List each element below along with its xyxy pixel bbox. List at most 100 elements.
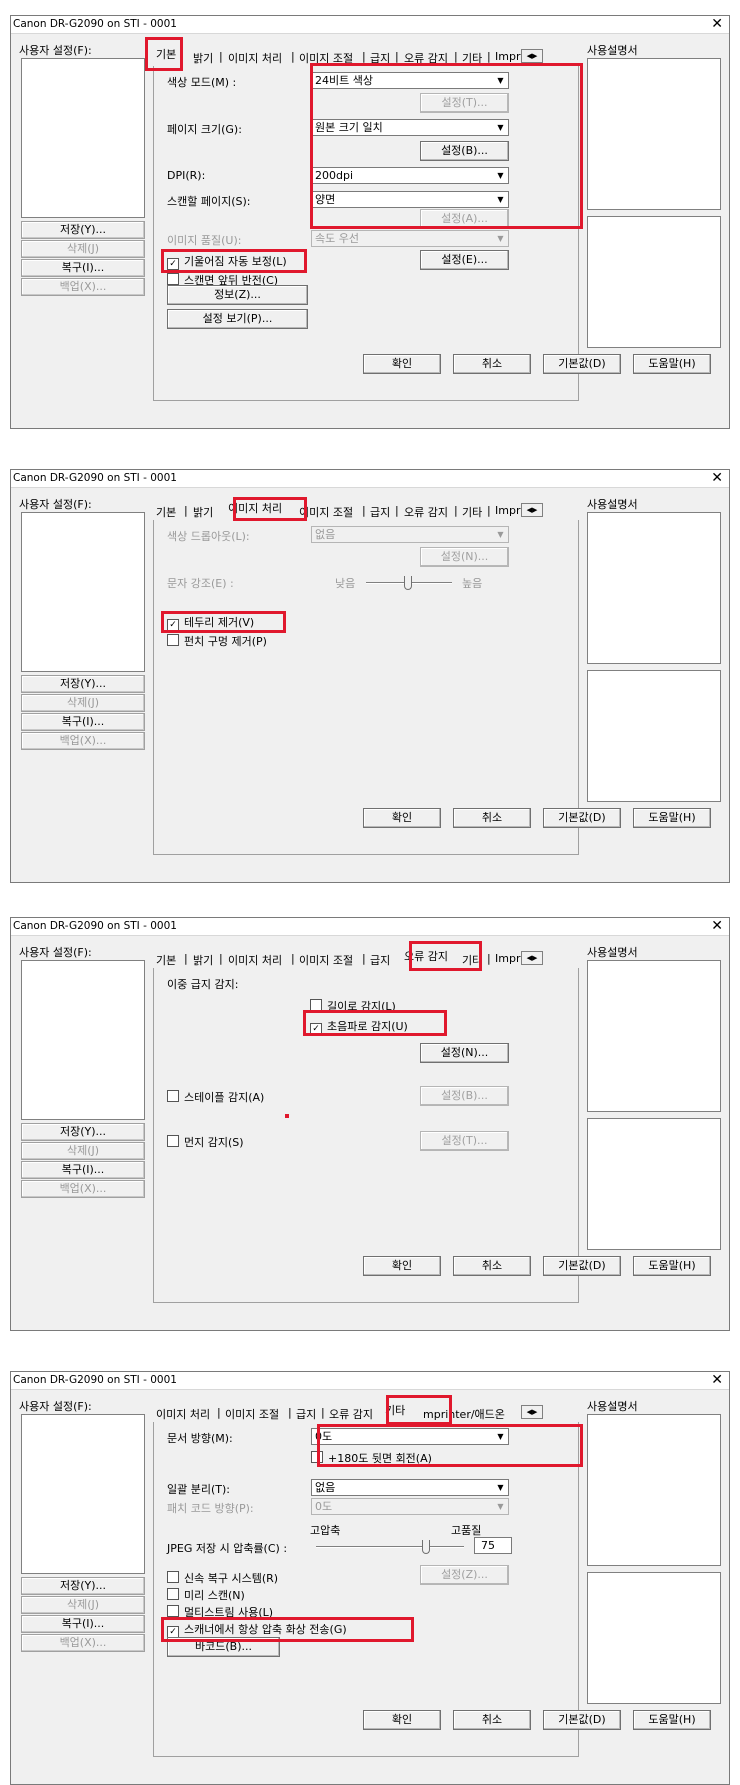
default-button[interactable]: 기본값(D) (543, 808, 621, 828)
emphasis-slider-thumb[interactable] (404, 576, 412, 590)
cancel-button[interactable]: 취소 (453, 1256, 531, 1276)
quick-recovery-checkbox[interactable]: 신속 복구 시스템(R) (167, 1570, 278, 1586)
close-icon[interactable]: ✕ (711, 1372, 723, 1388)
punch-hole-checkbox[interactable]: 펀치 구멍 제거(P) (167, 633, 267, 649)
tab-imprinter[interactable]: Impr (495, 50, 520, 63)
ok-button[interactable]: 확인 (363, 808, 441, 828)
restore-button[interactable]: 복구(I)... (21, 259, 145, 277)
default-button[interactable]: 기본값(D) (543, 354, 621, 374)
title-bar: Canon DR-G2090 on STI - 0001 ✕ (11, 16, 729, 34)
dust-detect-checkbox[interactable]: 먼지 감지(S) (167, 1134, 244, 1150)
backup-button[interactable]: 백업(X)... (21, 732, 145, 750)
tab-image-adjust[interactable]: 이미지 조절 (225, 1406, 279, 1422)
tab-feeding[interactable]: 급지 (370, 952, 390, 968)
tab-scroll-right-icon[interactable]: ▶ (532, 1408, 537, 1416)
tab-scroll-control[interactable]: ◀▶ (521, 951, 543, 965)
color-dropout-label: 색상 드롭아웃(L): (167, 530, 250, 543)
tab-basic[interactable]: 기본 (156, 952, 176, 968)
delete-button[interactable]: 삭제(J) (21, 240, 145, 258)
tab-feeding[interactable]: 급지 (296, 1406, 316, 1422)
tab-imprinter[interactable]: Impr (495, 952, 520, 965)
save-button[interactable]: 저장(Y)... (21, 675, 145, 693)
help-button[interactable]: 도움말(H) (633, 354, 711, 374)
tab-imprinter[interactable]: Impr (495, 504, 520, 517)
prescan-checkbox[interactable]: 미리 스캔(N) (167, 1587, 245, 1603)
dust-settings-button[interactable]: 설정(T)... (420, 1131, 509, 1151)
manual-panel (587, 960, 721, 1112)
jpeg-slider-thumb[interactable] (422, 1540, 430, 1554)
restore-button[interactable]: 복구(I)... (21, 1161, 145, 1179)
tab-scroll-control[interactable]: ◀▶ (521, 503, 543, 517)
cancel-button[interactable]: 취소 (453, 808, 531, 828)
backup-button[interactable]: 백업(X)... (21, 278, 145, 296)
close-icon[interactable]: ✕ (711, 16, 723, 32)
save-button[interactable]: 저장(Y)... (21, 221, 145, 239)
deskew-settings-button[interactable]: 설정(E)... (420, 250, 509, 270)
tab-other[interactable]: 기타 (462, 504, 482, 520)
tab-scroll-control[interactable]: ◀▶ (521, 1405, 543, 1419)
tab-scroll-control[interactable]: ◀▶ (521, 49, 543, 63)
jpeg-settings-button[interactable]: 설정(Z)... (420, 1565, 509, 1585)
staple-settings-button[interactable]: 설정(B)... (420, 1086, 509, 1106)
tab-brightness[interactable]: 밝기 (193, 50, 213, 66)
user-settings-list[interactable] (21, 1414, 145, 1574)
help-button[interactable]: 도움말(H) (633, 808, 711, 828)
tab-image-adjust[interactable]: 이미지 조절 (299, 504, 353, 520)
jpeg-value-spinner[interactable]: 75 (474, 1537, 512, 1554)
high-quality-label: 고품질 (451, 1524, 482, 1537)
preview-panel (587, 216, 721, 348)
jpeg-slider-track[interactable] (316, 1546, 464, 1548)
ok-button[interactable]: 확인 (363, 354, 441, 374)
tab-scroll-right-icon[interactable]: ▶ (532, 506, 537, 514)
tab-image-adjust[interactable]: 이미지 조절 (299, 952, 353, 968)
restore-button[interactable]: 복구(I)... (21, 1615, 145, 1633)
ok-button[interactable]: 확인 (363, 1256, 441, 1276)
tab-brightness[interactable]: 밝기 (193, 504, 213, 520)
tab-scroll-right-icon[interactable]: ▶ (532, 52, 537, 60)
tab-scroll-right-icon[interactable]: ▶ (532, 954, 537, 962)
red-marker (285, 1114, 289, 1118)
image-quality-select[interactable]: 속도 우선 ▼ (311, 230, 509, 247)
tab-image-processing[interactable]: 이미지 처리 (156, 1406, 210, 1422)
view-settings-button[interactable]: 설정 보기(P)... (167, 309, 308, 329)
color-dropout-select[interactable]: 없음 ▼ (311, 526, 509, 543)
default-button[interactable]: 기본값(D) (543, 1710, 621, 1730)
cancel-button[interactable]: 취소 (453, 1710, 531, 1730)
delete-button[interactable]: 삭제(J) (21, 694, 145, 712)
tab-basic[interactable]: 기본 (156, 504, 176, 520)
dropout-settings-button[interactable]: 설정(N)... (420, 547, 509, 567)
tab-brightness[interactable]: 밝기 (193, 952, 213, 968)
help-button[interactable]: 도움말(H) (633, 1710, 711, 1730)
tab-error-detect[interactable]: 오류 감지 (329, 1406, 373, 1422)
delete-button[interactable]: 삭제(J) (21, 1596, 145, 1614)
tab-error-detect[interactable]: 오류 감지 (404, 504, 448, 520)
batch-separation-select[interactable]: 없음 ▼ (311, 1479, 509, 1496)
save-button[interactable]: 저장(Y)... (21, 1577, 145, 1595)
tab-strip: 이미지 처리 | 이미지 조절 | 급지 | 오류 감지 기타 mprinter… (153, 1402, 579, 1422)
backup-button[interactable]: 백업(X)... (21, 1180, 145, 1198)
tab-divider: | (487, 952, 491, 965)
user-settings-list[interactable] (21, 960, 145, 1120)
double-feed-settings-button[interactable]: 설정(N)... (420, 1043, 509, 1063)
close-icon[interactable]: ✕ (711, 918, 723, 934)
default-button[interactable]: 기본값(D) (543, 1256, 621, 1276)
dialog-other-tab: Canon DR-G2090 on STI - 0001 ✕ 사용자 설정(F)… (10, 1371, 730, 1785)
tab-image-processing[interactable]: 이미지 처리 (228, 50, 282, 66)
close-icon[interactable]: ✕ (711, 470, 723, 486)
window-title: Canon DR-G2090 on STI - 0001 (13, 920, 177, 932)
tab-image-processing[interactable]: 이미지 처리 (228, 952, 282, 968)
patch-code-select[interactable]: 0도 ▼ (311, 1498, 509, 1515)
tab-feeding[interactable]: 급지 (370, 504, 390, 520)
staple-detect-checkbox[interactable]: 스테이플 감지(A) (167, 1089, 264, 1105)
backup-button[interactable]: 백업(X)... (21, 1634, 145, 1652)
cancel-button[interactable]: 취소 (453, 354, 531, 374)
info-button[interactable]: 정보(Z)... (167, 285, 308, 305)
restore-button[interactable]: 복구(I)... (21, 713, 145, 731)
user-settings-list[interactable] (21, 512, 145, 672)
user-settings-list[interactable] (21, 58, 145, 218)
ok-button[interactable]: 확인 (363, 1710, 441, 1730)
delete-button[interactable]: 삭제(J) (21, 1142, 145, 1160)
preview-panel (587, 1118, 721, 1250)
save-button[interactable]: 저장(Y)... (21, 1123, 145, 1141)
help-button[interactable]: 도움말(H) (633, 1256, 711, 1276)
